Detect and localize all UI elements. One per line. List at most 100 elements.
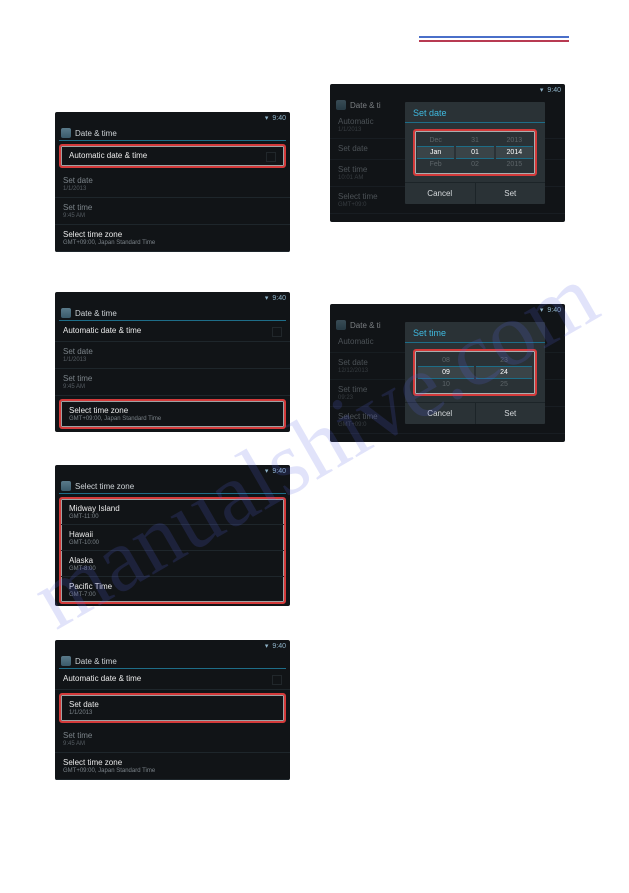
divider xyxy=(405,342,545,343)
status-bar: ▾ 9:40 xyxy=(55,112,290,124)
screenshot-select-time-zone: ▾ 9:40 Select time zone Midway Island GM… xyxy=(55,465,290,606)
status-bar: ▾ 9:40 xyxy=(55,465,290,477)
item-set-time[interactable]: Set time 9:45 AM xyxy=(55,726,290,753)
status-time: 9:40 xyxy=(272,295,286,302)
item-title: Midway Island xyxy=(69,504,276,513)
item-subtitle: GMT+09:00, Japan Standard Time xyxy=(63,240,282,246)
status-time: 9:40 xyxy=(272,115,286,122)
item-set-date[interactable]: Set date 1/1/2013 xyxy=(55,171,290,198)
item-title: Set time xyxy=(63,374,282,383)
divider xyxy=(405,122,545,123)
dialog-buttons: Cancel Set xyxy=(405,182,545,204)
set-button[interactable]: Set xyxy=(476,403,546,424)
item-set-time[interactable]: Set time 9:45 AM xyxy=(55,198,290,225)
item-subtitle: 9:45 AM xyxy=(63,741,282,747)
accent-bar-blue xyxy=(419,36,569,38)
item-subtitle: GMT+09:00, Japan Standard Time xyxy=(63,768,282,774)
picker-month[interactable]: Jan xyxy=(417,146,454,159)
screen-header: Date & time xyxy=(55,652,290,668)
item-title: Set time xyxy=(63,731,282,740)
checkbox-icon[interactable] xyxy=(272,327,282,337)
item-title: Alaska xyxy=(69,556,276,565)
item-set-time[interactable]: Set time 9:45 AM xyxy=(55,369,290,396)
settings-icon xyxy=(61,308,71,318)
cancel-button[interactable]: Cancel xyxy=(405,183,476,204)
tz-pacific[interactable]: Pacific Time GMT-7:00 xyxy=(61,577,284,602)
wifi-icon: ▾ xyxy=(540,306,544,314)
item-automatic-date-time[interactable]: Automatic date & time xyxy=(55,321,290,342)
picker-day[interactable]: 01 xyxy=(456,146,493,159)
picker-hour-next[interactable]: 10 xyxy=(418,379,474,390)
screenshot-date-time-tz: ▾ 9:40 Date & time Automatic date & time… xyxy=(55,292,290,432)
status-bar: ▾ 9:40 xyxy=(330,304,565,316)
item-automatic-date-time[interactable]: Automatic date & time xyxy=(61,146,284,166)
picker-day-prev[interactable]: 31 xyxy=(456,135,493,146)
picker-year[interactable]: 2014 xyxy=(496,146,533,159)
dialog-title: Set date xyxy=(405,102,545,122)
highlight-box: Midway Island GMT-11:00 Hawaii GMT-10:00… xyxy=(59,497,286,604)
picker-hour-prev[interactable]: 08 xyxy=(418,355,474,366)
tz-alaska[interactable]: Alaska GMT-8:00 xyxy=(61,551,284,577)
picker-month-prev[interactable]: Dec xyxy=(417,135,454,146)
item-subtitle: 1/1/2013 xyxy=(63,357,282,363)
picker-row-bottom[interactable]: Feb 02 2015 xyxy=(417,159,533,170)
picker-min-prev[interactable]: 23 xyxy=(476,355,532,366)
picker-day-next[interactable]: 02 xyxy=(456,159,493,170)
picker-row-bottom[interactable]: 10 25 xyxy=(417,379,533,390)
picker-min-next[interactable]: 25 xyxy=(476,379,532,390)
status-bar: ▾ 9:40 xyxy=(55,292,290,304)
item-select-time-zone[interactable]: Select time zone GMT+09:00, Japan Standa… xyxy=(55,753,290,780)
picker-month-next[interactable]: Feb xyxy=(417,159,454,170)
wifi-icon: ▾ xyxy=(265,114,269,122)
item-subtitle: GMT+09:00, Japan Standard Time xyxy=(69,416,276,422)
set-button[interactable]: Set xyxy=(476,183,546,204)
item-subtitle: 1/1/2013 xyxy=(63,186,282,192)
status-time: 9:40 xyxy=(547,87,561,94)
screenshot-set-date-dialog: ▾ 9:40 Date & ti Automatic1/1/2013 Set d… xyxy=(330,84,565,222)
cancel-button[interactable]: Cancel xyxy=(405,403,476,424)
picker-row-center[interactable]: Jan 01 2014 xyxy=(417,146,533,159)
item-subtitle: 1/1/2013 xyxy=(69,710,276,716)
item-select-time-zone[interactable]: Select time zone GMT+09:00, Japan Standa… xyxy=(61,401,284,427)
settings-icon xyxy=(61,481,71,491)
picker-year-prev[interactable]: 2013 xyxy=(496,135,533,146)
item-set-date[interactable]: Set date 1/1/2013 xyxy=(61,695,284,721)
screen-title: Date & time xyxy=(75,309,117,318)
item-select-time-zone[interactable]: Select time zone GMT+09:00, Japan Standa… xyxy=(55,225,290,252)
screen-header: Select time zone xyxy=(55,477,290,493)
item-automatic-date-time[interactable]: Automatic date & time xyxy=(55,669,290,690)
screenshot-date-time-auto: ▾ 9:40 Date & time Automatic date & time… xyxy=(55,112,290,252)
checkbox-icon[interactable] xyxy=(272,675,282,685)
wifi-icon: ▾ xyxy=(265,467,269,475)
item-title: Automatic date & time xyxy=(63,674,282,683)
picker-row-center[interactable]: 09 24 xyxy=(417,366,533,379)
picker-row-top[interactable]: Dec 31 2013 xyxy=(417,135,533,146)
screenshot-set-time-dialog: ▾ 9:40 Date & ti Automatic Set date12/12… xyxy=(330,304,565,442)
item-set-date[interactable]: Set date 1/1/2013 xyxy=(55,342,290,369)
checkbox-icon[interactable] xyxy=(266,152,276,162)
item-subtitle: 9:45 AM xyxy=(63,384,282,390)
divider xyxy=(59,140,286,141)
status-time: 9:40 xyxy=(547,307,561,314)
highlight-box: Select time zone GMT+09:00, Japan Standa… xyxy=(59,399,286,429)
item-title: Automatic date & time xyxy=(69,151,276,160)
screenshot-date-time-setdate: ▾ 9:40 Date & time Automatic date & time… xyxy=(55,640,290,780)
time-picker-highlight: 08 23 09 24 10 25 xyxy=(413,349,537,396)
settings-icon xyxy=(61,656,71,666)
picker-min[interactable]: 24 xyxy=(476,366,532,379)
tz-midway[interactable]: Midway Island GMT-11:00 xyxy=(61,499,284,525)
tz-hawaii[interactable]: Hawaii GMT-10:00 xyxy=(61,525,284,551)
picker-hour[interactable]: 09 xyxy=(418,366,474,379)
wifi-icon: ▾ xyxy=(265,294,269,302)
item-title: Set date xyxy=(63,347,282,356)
dialog-title: Set time xyxy=(405,322,545,342)
picker-row-top[interactable]: 08 23 xyxy=(417,355,533,366)
bg-title: Date & ti xyxy=(350,321,381,330)
picker-year-next[interactable]: 2015 xyxy=(496,159,533,170)
item-title: Set date xyxy=(63,176,282,185)
dialog-buttons: Cancel Set xyxy=(405,402,545,424)
item-title: Pacific Time xyxy=(69,582,276,591)
status-time: 9:40 xyxy=(272,643,286,650)
set-date-dialog: Set date Dec 31 2013 Jan 01 2014 Feb 02 … xyxy=(405,102,545,204)
page-accent xyxy=(419,36,569,40)
